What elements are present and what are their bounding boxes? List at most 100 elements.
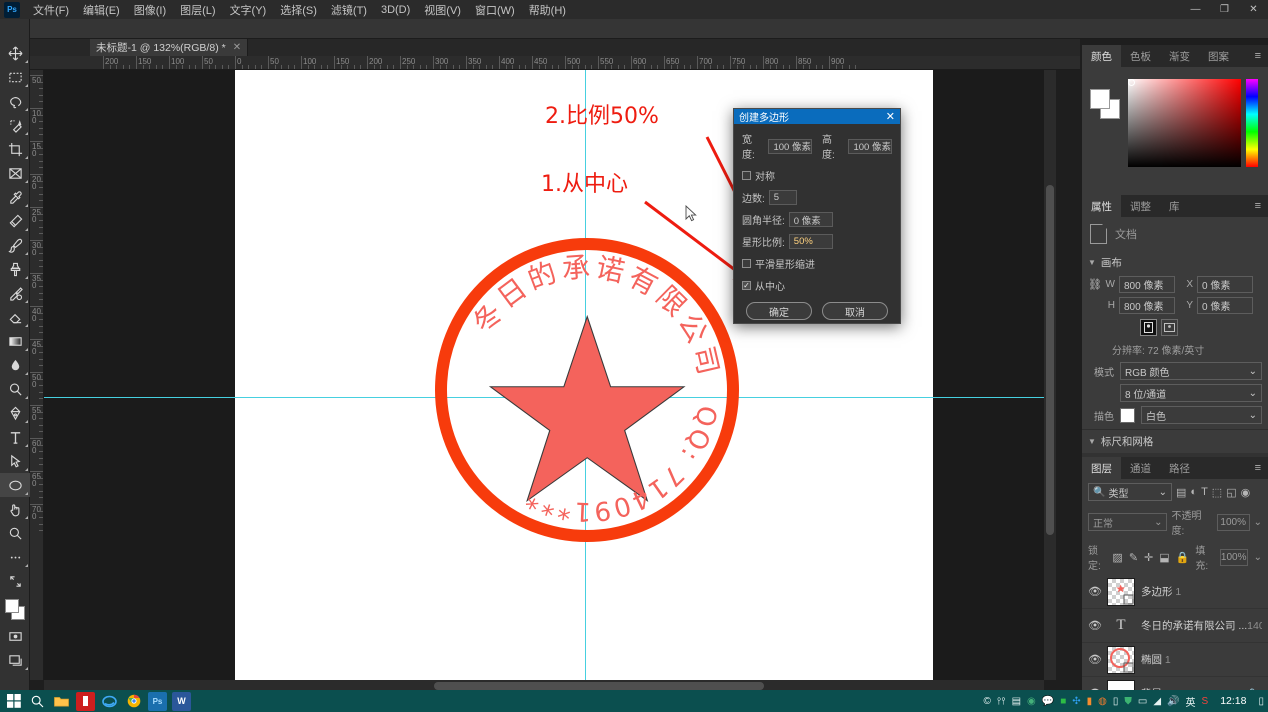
tab-gradients[interactable]: 渐变 (1160, 45, 1199, 67)
sogou-icon[interactable]: S (1202, 696, 1209, 707)
swap-colors-icon[interactable] (0, 569, 30, 593)
start-icon[interactable] (4, 692, 23, 711)
tab-paths[interactable]: 路径 (1160, 457, 1199, 479)
color-picker-handle[interactable] (1128, 79, 1135, 86)
tab-libraries[interactable]: 库 (1160, 195, 1189, 217)
landscape-orientation-icon[interactable] (1161, 319, 1178, 336)
mode-select[interactable]: RGB 颜色 ⌄ (1120, 362, 1262, 380)
foreground-swatch[interactable] (1090, 89, 1110, 109)
eyedropper-tool[interactable] (0, 185, 30, 209)
restore-button[interactable]: ❐ (1210, 0, 1239, 19)
symmetric-checkbox[interactable] (742, 171, 751, 180)
path-selection-tool[interactable] (0, 449, 30, 473)
corner-radius-input[interactable]: 0 像素 (788, 212, 833, 227)
app-red-icon[interactable] (76, 691, 95, 711)
width-input[interactable]: 100 像素 (768, 138, 812, 154)
layer-filter-select[interactable]: 🔍 类型 ⌄ (1088, 483, 1172, 501)
edit-toolbar-button[interactable] (0, 545, 30, 569)
adjustment-filter-icon[interactable]: ◐ (1190, 486, 1197, 498)
close-button[interactable]: ✕ (1239, 0, 1268, 19)
from-center-row[interactable]: ✓ 从中心 (742, 278, 892, 293)
smooth-indent-checkbox[interactable] (742, 259, 751, 268)
volume-icon[interactable]: 🔊 (1167, 696, 1179, 707)
menu-image[interactable]: 图像(I) (127, 0, 173, 20)
menu-edit[interactable]: 编辑(E) (76, 0, 127, 20)
hue-slider[interactable] (1246, 79, 1258, 167)
y-input[interactable]: 0 像素 (1197, 297, 1253, 314)
layer-visibility-icon[interactable]: 👁 (1088, 619, 1102, 632)
tab-color[interactable]: 颜色 (1082, 45, 1121, 67)
sides-input[interactable]: 5 (768, 190, 797, 205)
layers-panel-menu-icon[interactable]: ≡ (1255, 457, 1268, 479)
document-tab-close-icon[interactable]: ✕ (233, 42, 241, 53)
depth-select[interactable]: 8 位/通道 ⌄ (1120, 384, 1262, 402)
photoshop-icon[interactable]: Ps (148, 691, 167, 711)
layer-name[interactable]: 椭圆 1 (1141, 652, 1262, 667)
link-dimensions-icon[interactable]: ⛓ (1088, 278, 1102, 291)
layer-name[interactable]: 冬日的承诺有限公司 ...14091*** (1141, 618, 1262, 633)
layer-row-ellipse[interactable]: 👁 椭圆 1 (1082, 643, 1268, 677)
wifi-icon[interactable]: ◢ (1153, 696, 1161, 707)
fill-value[interactable]: 100% (1219, 548, 1248, 566)
green-square-icon[interactable]: ■ (1060, 696, 1066, 707)
move-tool[interactable] (0, 41, 30, 65)
keyboard-icon[interactable]: ▤ (1012, 696, 1021, 707)
app-green-icon[interactable]: ◉ (1027, 696, 1036, 707)
show-desktop-icon[interactable]: ▯ (1258, 696, 1264, 707)
color-swatches[interactable] (1090, 89, 1120, 119)
fill-stepper-icon[interactable]: ⌄ (1254, 552, 1262, 563)
layer-row-text[interactable]: 👁 T 冬日的承诺有限公司 ...14091*** (1082, 609, 1268, 643)
brush-tool[interactable] (0, 233, 30, 257)
menu-layer[interactable]: 图层(L) (173, 0, 222, 20)
menu-view[interactable]: 视图(V) (417, 0, 468, 20)
blend-mode-select[interactable]: 正常 ⌄ (1088, 513, 1168, 531)
opacity-value[interactable]: 100% (1216, 513, 1250, 531)
box-icon[interactable]: ▭ (1138, 696, 1147, 707)
healing-brush-tool[interactable] (0, 209, 30, 233)
crop-tool[interactable] (0, 137, 30, 161)
lock-all-icon[interactable]: 🔒 (1176, 551, 1190, 564)
layer-name[interactable]: 多边形 1 (1141, 584, 1262, 599)
height-input[interactable]: 100 像素 (848, 138, 892, 154)
lock-artboard-icon[interactable]: ⬓ (1159, 551, 1169, 564)
menu-help[interactable]: 帮助(H) (522, 0, 573, 20)
tab-swatches[interactable]: 色板 (1121, 45, 1160, 67)
layer-thumbnail[interactable] (1107, 645, 1135, 674)
quick-mask-button[interactable] (0, 624, 30, 648)
circle-c-icon[interactable]: © (984, 696, 991, 707)
pixel-filter-icon[interactable]: ▤ (1176, 486, 1186, 499)
color-panel[interactable] (1082, 67, 1268, 195)
taskbar-clock[interactable]: 12:18 (1220, 695, 1246, 707)
menu-select[interactable]: 选择(S) (273, 0, 324, 20)
layer-visibility-icon[interactable]: 👁 (1088, 653, 1102, 666)
word-icon[interactable]: W (172, 691, 191, 711)
smartobject-filter-icon[interactable]: ◱ (1226, 486, 1236, 499)
horizontal-scroll-thumb[interactable] (434, 682, 764, 690)
ok-button[interactable]: 确定 (746, 302, 812, 320)
tab-properties[interactable]: 属性 (1082, 195, 1121, 217)
clone-stamp-tool[interactable] (0, 257, 30, 281)
ellipse-shape-tool[interactable] (0, 473, 30, 497)
tab-patterns[interactable]: 图案 (1199, 45, 1238, 67)
color-picker-field[interactable] (1128, 79, 1241, 167)
shape-filter-icon[interactable]: ⬚ (1212, 486, 1222, 499)
menu-window[interactable]: 窗口(W) (468, 0, 522, 20)
dialog-close-icon[interactable]: ✕ (886, 110, 900, 123)
file-explorer-icon[interactable] (52, 692, 71, 711)
from-center-checkbox[interactable]: ✓ (742, 281, 751, 290)
search-icon[interactable] (28, 692, 47, 711)
hand-tool[interactable] (0, 497, 30, 521)
menu-type[interactable]: 文字(Y) (223, 0, 274, 20)
cancel-button[interactable]: 取消 (822, 302, 888, 320)
rulers-grid-section-header[interactable]: ▼ 标尺和网格 (1082, 429, 1268, 453)
zoom-tool[interactable] (0, 521, 30, 545)
menu-filter[interactable]: 滤镜(T) (324, 0, 374, 20)
ime-icon[interactable]: 英 (1186, 694, 1196, 709)
star-ratio-input[interactable]: 50% (788, 234, 833, 249)
type-tool[interactable] (0, 425, 30, 449)
symmetric-row[interactable]: 对称 (742, 168, 892, 183)
layer-row-polygon[interactable]: 👁 多边形 1 (1082, 575, 1268, 609)
tab-adjustments[interactable]: 调整 (1121, 195, 1160, 217)
lock-position-icon[interactable]: ✛ (1144, 551, 1153, 564)
x-input[interactable]: 0 像素 (1197, 276, 1253, 293)
